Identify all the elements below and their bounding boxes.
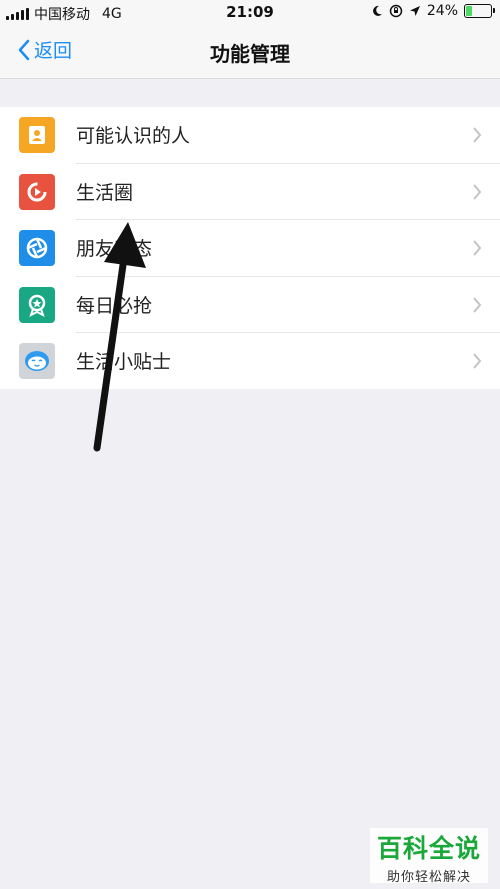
list-item-label: 可能认识的人 — [76, 125, 191, 147]
list-item-daily-deal[interactable]: 每日必抢 — [0, 277, 500, 333]
list-item-contacts[interactable]: 可能认识的人 — [0, 107, 500, 164]
status-right: 24% — [371, 3, 495, 19]
list-item-label: 每日必抢 — [76, 294, 153, 317]
list-item-life-circle[interactable]: 生活圈 — [0, 164, 500, 220]
battery-icon — [464, 4, 495, 18]
chevron-right-icon — [473, 296, 482, 313]
smiley-face-icon — [19, 343, 55, 379]
watermark-subtitle: 助你轻松解决 — [386, 870, 471, 885]
page-title: 功能管理 — [210, 42, 290, 66]
list-item-label: 生活圈 — [76, 181, 134, 204]
contact-book-icon — [19, 117, 55, 153]
battery-level — [466, 6, 472, 16]
chevron-right-icon — [473, 240, 482, 256]
list-item-friend-feed[interactable]: 朋友动态 — [0, 220, 500, 277]
star-badge-icon — [19, 286, 55, 323]
rotation-lock-icon — [389, 4, 403, 18]
life-circle-icon — [19, 173, 55, 210]
battery-percent: 24% — [426, 3, 458, 19]
chevron-right-icon — [473, 353, 482, 369]
aperture-icon — [19, 230, 55, 266]
watermark-title: 百科全说 — [376, 834, 481, 863]
chevron-right-icon — [473, 127, 482, 143]
navigation-bar: 返回 功能管理 — [0, 26, 500, 79]
list-item-label: 生活小贴士 — [76, 351, 172, 373]
watermark: 百科全说 助你轻松解决 — [370, 828, 488, 885]
feature-list: 可能认识的人 生活圈 朋友动态 每日必抢 生活小贴士 — [0, 107, 500, 389]
status-bar: 中国移动 4G 21:09 24% — [0, 0, 500, 26]
chevron-right-icon — [473, 183, 482, 200]
location-icon — [409, 6, 420, 16]
list-item-label: 朋友动态 — [76, 238, 153, 260]
list-item-life-tips[interactable]: 生活小贴士 — [0, 333, 500, 390]
moon-icon — [372, 5, 382, 16]
